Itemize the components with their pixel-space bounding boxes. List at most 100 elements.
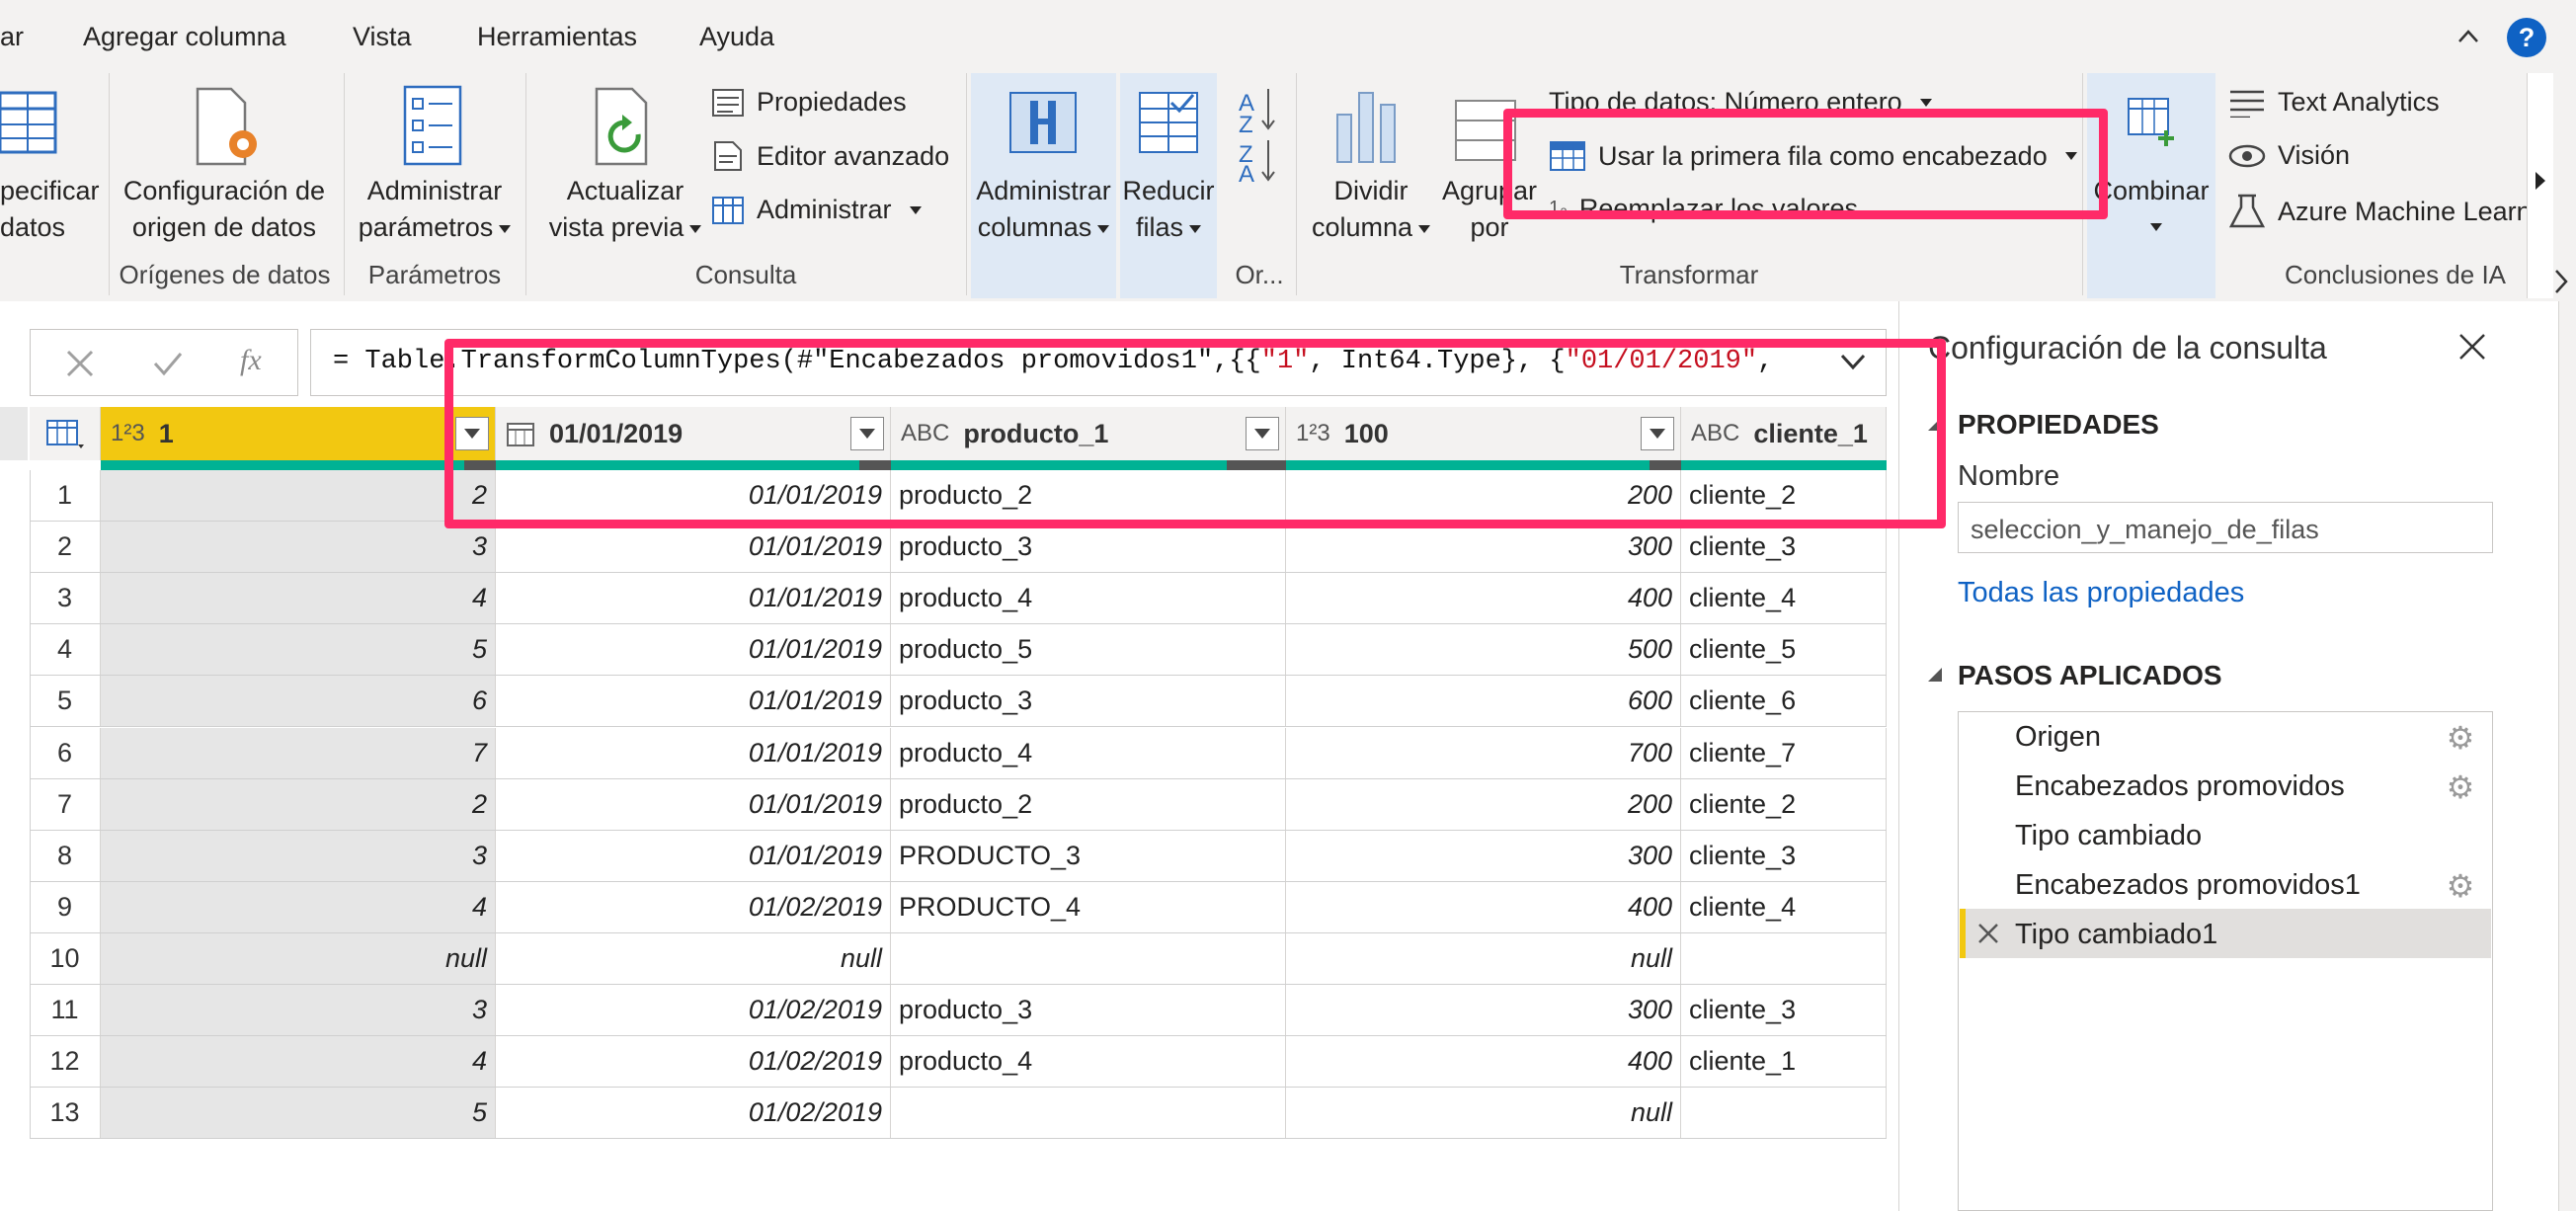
all-properties-link[interactable]: Todas las propiedades — [1958, 577, 2244, 609]
table-cell[interactable]: producto_4 — [891, 573, 1286, 624]
table-row[interactable]: 2 3 01/01/2019 producto_3 300 cliente_3 — [30, 522, 1887, 574]
table-cell[interactable]: 300 — [1286, 830, 1681, 881]
table-cell[interactable]: cliente_7 — [1681, 727, 1887, 778]
table-cell[interactable]: producto_3 — [891, 522, 1286, 573]
close-icon[interactable] — [2457, 332, 2487, 362]
table-cell[interactable]: 4 — [101, 1036, 496, 1088]
table-cell[interactable]: cliente_4 — [1681, 573, 1887, 624]
table-cell[interactable] — [891, 932, 1286, 984]
menu-vista[interactable]: Vista — [353, 22, 412, 52]
administrar-button[interactable]: Administrar — [711, 195, 922, 225]
table-cell[interactable]: 01/01/2019 — [496, 830, 891, 881]
administrar-parametros-button[interactable]: Administrar parámetros — [351, 173, 519, 246]
table-cell[interactable]: 600 — [1286, 676, 1681, 727]
table-row[interactable]: 10 null null null — [30, 932, 1887, 985]
table-cell[interactable]: 700 — [1286, 727, 1681, 778]
table-row[interactable]: 9 4 01/02/2019 PRODUCTO_4 400 cliente_4 — [30, 881, 1887, 933]
table-cell[interactable]: null — [1286, 932, 1681, 984]
table-row[interactable]: 8 3 01/01/2019 PRODUCTO_3 300 cliente_3 — [30, 830, 1887, 882]
table-cell[interactable]: cliente_3 — [1681, 522, 1887, 573]
table-row[interactable]: 13 5 01/02/2019 null — [30, 1088, 1887, 1140]
table-cell[interactable]: null — [1286, 1088, 1681, 1139]
table-cell[interactable] — [1681, 1088, 1887, 1139]
query-name-input[interactable]: seleccion_y_manejo_de_filas — [1958, 502, 2493, 553]
menu-transformar[interactable]: ar — [0, 22, 24, 52]
table-cell[interactable]: 5 — [101, 1088, 496, 1139]
table-cell[interactable]: 300 — [1286, 985, 1681, 1035]
delete-step-icon[interactable] — [1977, 923, 1999, 944]
table-cell[interactable] — [891, 1088, 1286, 1139]
table-row[interactable]: 12 4 01/02/2019 producto_4 400 cliente_1 — [30, 1036, 1887, 1089]
table-cell[interactable]: 400 — [1286, 1036, 1681, 1088]
table-cell[interactable]: 4 — [101, 881, 496, 932]
table-cell[interactable]: 01/01/2019 — [496, 624, 891, 676]
table-cell[interactable]: 7 — [101, 727, 496, 778]
table-cell[interactable]: producto_2 — [891, 778, 1286, 830]
applied-step[interactable]: Origen — [2015, 721, 2101, 754]
fx-icon[interactable]: fx — [240, 344, 262, 377]
table-row[interactable]: 6 7 01/01/2019 producto_4 700 cliente_7 — [30, 727, 1887, 779]
especificar-datos-button[interactable]: pecificar datos — [0, 173, 100, 246]
table-cell[interactable]: cliente_2 — [1681, 778, 1887, 830]
gear-icon[interactable]: ⚙ — [2446, 771, 2475, 803]
table-cell[interactable]: PRODUCTO_4 — [891, 881, 1286, 932]
table-cell[interactable]: 500 — [1286, 624, 1681, 676]
applied-step[interactable]: Tipo cambiado — [2015, 820, 2202, 852]
table-cell[interactable]: cliente_5 — [1681, 624, 1887, 676]
ribbon-scroll-right[interactable] — [2527, 73, 2553, 298]
menu-agregar-columna[interactable]: Agregar columna — [83, 22, 286, 52]
column-header-1[interactable]: 1²3 1 — [101, 407, 496, 460]
reducir-filas-button[interactable]: Reducir filas — [1120, 73, 1217, 298]
table-cell[interactable]: null — [496, 932, 891, 984]
table-row[interactable]: 7 2 01/01/2019 producto_2 200 cliente_2 — [30, 778, 1887, 831]
table-cell[interactable]: producto_4 — [891, 727, 1286, 778]
applied-step-selected[interactable]: Tipo cambiado1 — [2015, 919, 2217, 951]
table-cell[interactable]: 300 — [1286, 522, 1681, 573]
table-cell[interactable]: null — [101, 932, 496, 984]
table-cell[interactable]: 2 — [101, 470, 496, 521]
table-cell[interactable]: cliente_6 — [1681, 676, 1887, 727]
menu-ayuda[interactable]: Ayuda — [699, 22, 774, 52]
table-cell[interactable]: 4 — [101, 573, 496, 624]
chevron-right-icon[interactable] — [2552, 267, 2572, 296]
table-row[interactable]: 3 4 01/01/2019 producto_4 400 cliente_4 — [30, 573, 1887, 625]
table-cell[interactable]: 01/01/2019 — [496, 676, 891, 727]
table-cell[interactable]: PRODUCTO_3 — [891, 830, 1286, 881]
propiedades-button[interactable]: Propiedades — [711, 87, 907, 118]
table-cell[interactable]: 01/02/2019 — [496, 985, 891, 1035]
table-cell[interactable]: 400 — [1286, 573, 1681, 624]
menu-herramientas[interactable]: Herramientas — [477, 22, 637, 52]
table-cell[interactable]: 6 — [101, 676, 496, 727]
table-cell[interactable]: producto_4 — [891, 1036, 1286, 1088]
table-cell[interactable]: producto_3 — [891, 676, 1286, 727]
table-cell[interactable]: 01/01/2019 — [496, 727, 891, 778]
table-cell[interactable]: 3 — [101, 522, 496, 573]
vision-button[interactable]: Visión — [2228, 140, 2350, 171]
table-cell[interactable]: 400 — [1286, 881, 1681, 932]
collapse-ribbon-icon[interactable] — [2457, 26, 2479, 47]
table-cell[interactable]: 01/01/2019 — [496, 522, 891, 573]
table-row[interactable]: 11 3 01/02/2019 producto_3 300 cliente_3 — [30, 985, 1887, 1036]
editor-avanzado-button[interactable]: Editor avanzado — [711, 140, 949, 172]
gear-icon[interactable]: ⚙ — [2446, 722, 2475, 754]
table-cell[interactable]: cliente_3 — [1681, 830, 1887, 881]
azure-ml-button[interactable]: Azure Machine Learn — [2228, 194, 2532, 229]
applied-step[interactable]: Encabezados promovidos1 — [2015, 869, 2361, 902]
text-analytics-button[interactable]: Text Analytics — [2228, 87, 2440, 118]
table-cell[interactable]: producto_3 — [891, 985, 1286, 1035]
table-cell[interactable] — [1681, 932, 1887, 984]
table-cell[interactable]: 01/01/2019 — [496, 573, 891, 624]
table-cell[interactable]: 200 — [1286, 778, 1681, 830]
table-cell[interactable]: cliente_4 — [1681, 881, 1887, 932]
configuracion-origen-button[interactable]: Configuración de origen de datos — [119, 173, 330, 246]
table-cell[interactable]: 2 — [101, 778, 496, 830]
cancel-formula-icon[interactable] — [64, 348, 96, 379]
table-cell[interactable]: 3 — [101, 830, 496, 881]
table-row[interactable]: 4 5 01/01/2019 producto_5 500 cliente_5 — [30, 624, 1887, 677]
collapse-triangle-icon[interactable] — [1926, 668, 1944, 684]
table-cell[interactable]: 01/02/2019 — [496, 1088, 891, 1139]
administrar-columnas-button[interactable]: Administrar columnas — [971, 73, 1116, 298]
table-cell[interactable]: 3 — [101, 985, 496, 1035]
actualizar-vista-previa-button[interactable]: Actualizar vista previa — [541, 173, 709, 246]
table-cell[interactable]: 01/02/2019 — [496, 881, 891, 932]
